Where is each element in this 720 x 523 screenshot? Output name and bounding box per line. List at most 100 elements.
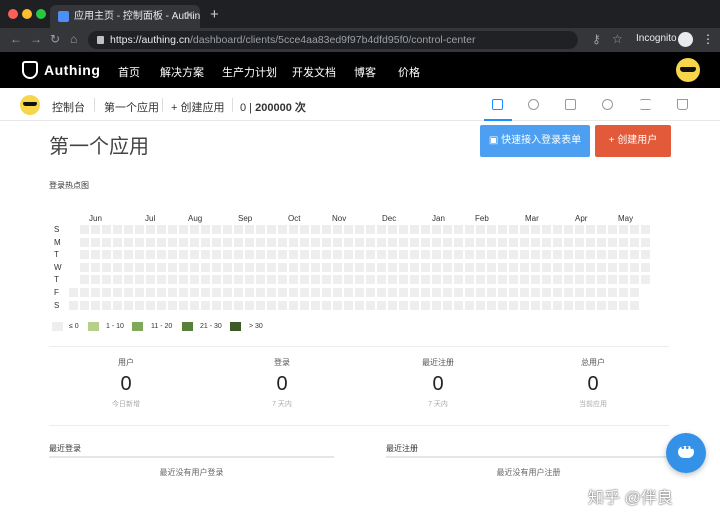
heatmap-cell[interactable] (300, 237, 309, 247)
heatmap-cell[interactable] (344, 288, 353, 297)
heatmap-cell[interactable] (168, 250, 177, 260)
heatmap-cell[interactable] (520, 237, 529, 247)
heatmap-cell[interactable] (421, 300, 430, 310)
heatmap-cell[interactable] (157, 288, 166, 297)
heatmap-cell[interactable] (531, 262, 540, 272)
heatmap-cell[interactable] (344, 262, 353, 272)
heatmap-cell[interactable] (586, 300, 595, 310)
close-window-button[interactable] (8, 9, 18, 19)
heatmap-cell[interactable] (553, 275, 562, 285)
heatmap-cell[interactable] (531, 237, 540, 247)
heatmap-cell[interactable] (256, 300, 265, 310)
logo-text[interactable]: Authing (44, 62, 100, 78)
incognito-icon[interactable] (678, 32, 693, 47)
heatmap-cell[interactable] (157, 237, 166, 247)
heatmap-cell[interactable] (234, 262, 243, 272)
heatmap-cell[interactable] (586, 275, 595, 285)
tab-home-icon[interactable] (492, 99, 503, 110)
heatmap-cell[interactable] (498, 250, 507, 260)
heatmap-cell[interactable] (421, 262, 430, 272)
heatmap-cell[interactable] (366, 288, 375, 297)
heatmap-cell[interactable] (399, 288, 408, 297)
heatmap-cell[interactable] (234, 225, 243, 234)
heatmap-cell[interactable] (465, 250, 474, 260)
heatmap-cell[interactable] (454, 237, 463, 247)
forward-arrow-icon[interactable]: → (30, 32, 42, 46)
heatmap-cell[interactable] (256, 275, 265, 285)
heatmap-cell[interactable] (531, 300, 540, 310)
heatmap-cell[interactable] (102, 225, 111, 234)
heatmap-cell[interactable] (201, 250, 210, 260)
quick-login-form-button[interactable]: ▣ 快速接入登录表单 (480, 125, 590, 157)
heatmap-cell[interactable] (256, 262, 265, 272)
heatmap-cell[interactable] (91, 225, 100, 234)
heatmap-cell[interactable] (421, 250, 430, 260)
heatmap-cell[interactable] (553, 262, 562, 272)
heatmap-cell[interactable] (245, 275, 254, 285)
heatmap-cell[interactable] (465, 288, 474, 297)
heatmap-cell[interactable] (575, 225, 584, 234)
heatmap-cell[interactable] (80, 250, 89, 260)
heatmap-cell[interactable] (234, 250, 243, 260)
heatmap-cell[interactable] (553, 288, 562, 297)
reload-icon[interactable]: ↻ (50, 32, 60, 46)
heatmap-cell[interactable] (410, 262, 419, 272)
heatmap-cell[interactable] (421, 275, 430, 285)
close-tab-icon[interactable]: ✕ (185, 5, 194, 28)
heatmap-cell[interactable] (124, 237, 133, 247)
heatmap-cell[interactable] (388, 300, 397, 310)
heatmap-cell[interactable] (432, 275, 441, 285)
heatmap-cell[interactable] (641, 225, 650, 234)
heatmap-cell[interactable] (278, 300, 287, 310)
heatmap-cell[interactable] (124, 300, 133, 310)
heatmap-cell[interactable] (597, 300, 606, 310)
heatmap-cell[interactable] (586, 250, 595, 260)
heatmap-cell[interactable] (564, 250, 573, 260)
heatmap-cell[interactable] (157, 262, 166, 272)
heatmap-cell[interactable] (91, 288, 100, 297)
heatmap-cell[interactable] (575, 275, 584, 285)
heatmap-cell[interactable] (179, 275, 188, 285)
heatmap-cell[interactable] (553, 237, 562, 247)
heatmap-cell[interactable] (586, 288, 595, 297)
heatmap-cell[interactable] (399, 225, 408, 234)
heatmap-cell[interactable] (641, 275, 650, 285)
heatmap-cell[interactable] (542, 275, 551, 285)
heatmap-cell[interactable] (245, 288, 254, 297)
heatmap-cell[interactable] (421, 237, 430, 247)
heatmap-cell[interactable] (553, 300, 562, 310)
heatmap-cell[interactable] (487, 275, 496, 285)
heatmap-cell[interactable] (476, 250, 485, 260)
heatmap-cell[interactable] (245, 225, 254, 234)
heatmap-cell[interactable] (256, 250, 265, 260)
heatmap-cell[interactable] (190, 288, 199, 297)
heatmap-cell[interactable] (564, 288, 573, 297)
heatmap-cell[interactable] (135, 300, 144, 310)
heatmap-cell[interactable] (278, 288, 287, 297)
heatmap-cell[interactable] (487, 300, 496, 310)
heatmap-cell[interactable] (135, 275, 144, 285)
heatmap-cell[interactable] (267, 288, 276, 297)
heatmap-cell[interactable] (476, 275, 485, 285)
heatmap-cell[interactable] (300, 300, 309, 310)
heatmap-cell[interactable] (410, 250, 419, 260)
user-avatar[interactable] (676, 58, 700, 82)
heatmap-cell[interactable] (245, 262, 254, 272)
heatmap-cell[interactable] (135, 225, 144, 234)
heatmap-cell[interactable] (168, 262, 177, 272)
heatmap-cell[interactable] (344, 225, 353, 234)
heatmap-cell[interactable] (168, 288, 177, 297)
heatmap-cell[interactable] (223, 237, 232, 247)
heatmap-cell[interactable] (619, 250, 628, 260)
heatmap-cell[interactable] (135, 288, 144, 297)
heatmap-cell[interactable] (300, 275, 309, 285)
heatmap-cell[interactable] (520, 300, 529, 310)
heatmap-cell[interactable] (333, 275, 342, 285)
heatmap-cell[interactable] (80, 237, 89, 247)
heatmap-cell[interactable] (454, 262, 463, 272)
heatmap-cell[interactable] (179, 288, 188, 297)
heatmap-cell[interactable] (102, 300, 111, 310)
heatmap-cell[interactable] (289, 262, 298, 272)
heatmap-cell[interactable] (124, 250, 133, 260)
minimize-window-button[interactable] (22, 9, 32, 19)
